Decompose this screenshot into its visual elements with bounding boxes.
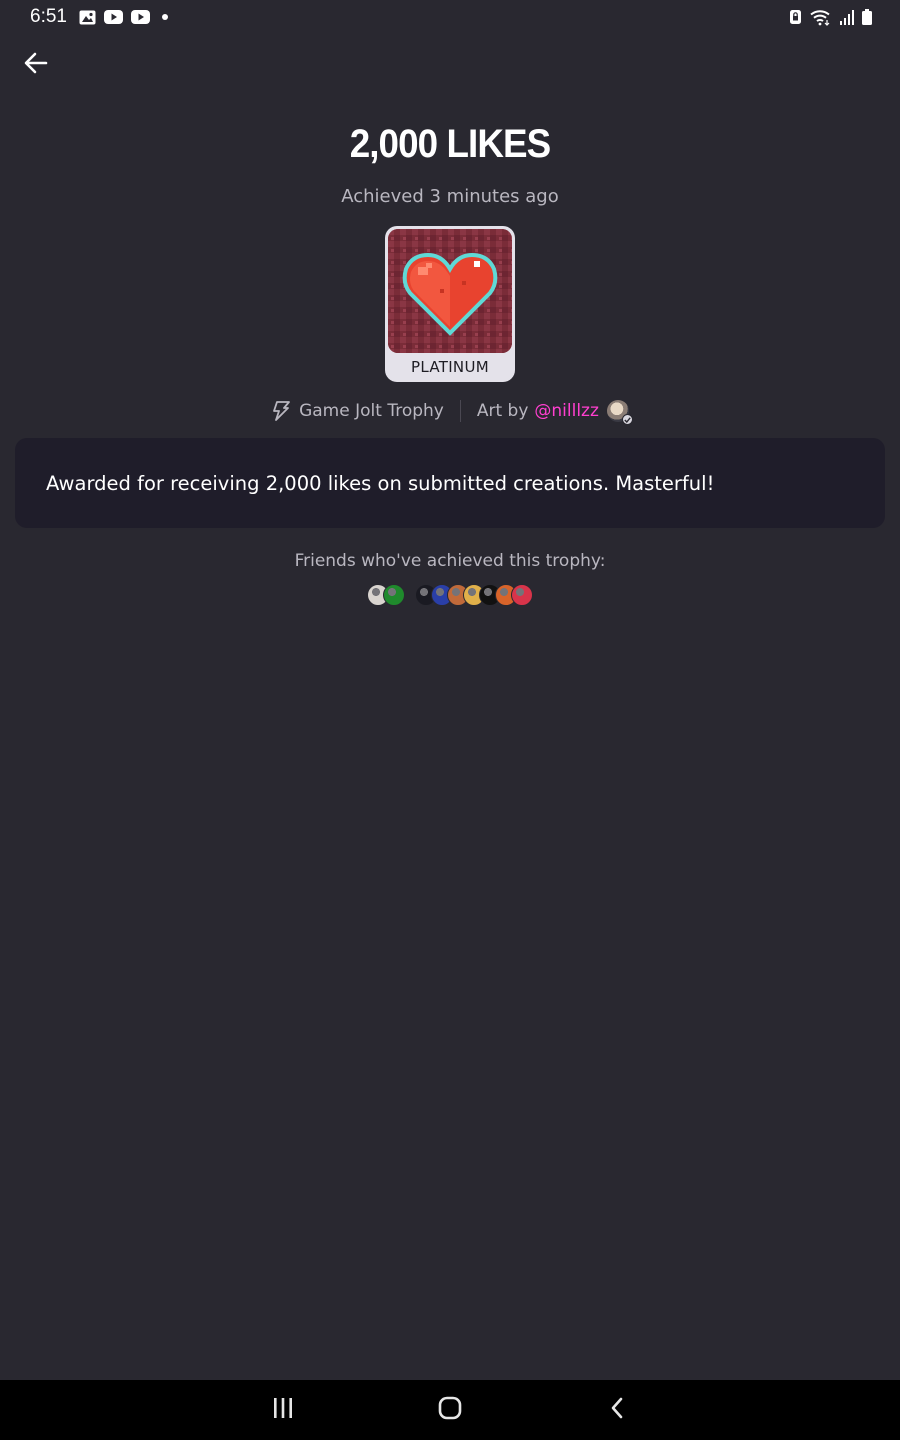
youtube-icon [130,10,150,24]
achieved-timestamp: Achieved 3 minutes ago [341,186,559,207]
status-time: 6:51 [30,6,67,27]
friend-avatar-group [367,584,405,606]
home-button[interactable] [420,1388,480,1432]
recents-icon [272,1398,294,1422]
friends-label: Friends who've achieved this trophy: [294,551,606,571]
trophy-card[interactable]: PLATINUM [385,226,515,382]
art-by-label: Art by [476,401,529,421]
signal-icon [840,9,854,25]
back-icon [610,1397,624,1423]
youtube-icon [103,10,123,24]
status-right [789,9,872,26]
back-button[interactable] [18,46,54,84]
verified-badge-icon [621,414,633,425]
notification-dot [161,14,168,20]
trophy-source: Game Jolt Trophy [299,401,444,421]
meta-divider [459,400,461,422]
wifi-icon [810,9,832,26]
system-nav-bar [0,1380,900,1440]
friend-avatar[interactable] [383,584,405,606]
trophy-description: Awarded for receiving 2,000 likes on sub… [46,471,715,495]
artist-avatar[interactable] [606,400,633,425]
pixel-heart-icon [388,229,512,353]
trophy-image [388,229,512,353]
friend-avatar[interactable] [511,584,533,606]
gallery-icon [79,10,96,25]
friends-avatar-row [0,584,900,606]
trophy-tier-label: PLATINUM [411,358,489,376]
home-icon [438,1396,462,1424]
status-left: 6:51 [30,6,168,28]
trophy-meta: Game Jolt Trophy Art by @nilllzz [0,396,900,426]
artist-link[interactable]: @nilllzz [534,401,599,421]
arrow-left-icon [24,52,48,78]
recents-button[interactable] [253,1388,313,1432]
trophy-description-card: Awarded for receiving 2,000 likes on sub… [15,438,885,528]
friend-avatar-group [415,584,533,606]
game-jolt-bolt-icon [271,401,291,421]
status-bar: 6:51 [0,0,900,34]
lock-icon [789,9,802,25]
system-back-button[interactable] [587,1388,647,1432]
page-title: 2,000 LIKES [349,122,551,166]
battery-icon [862,9,872,25]
